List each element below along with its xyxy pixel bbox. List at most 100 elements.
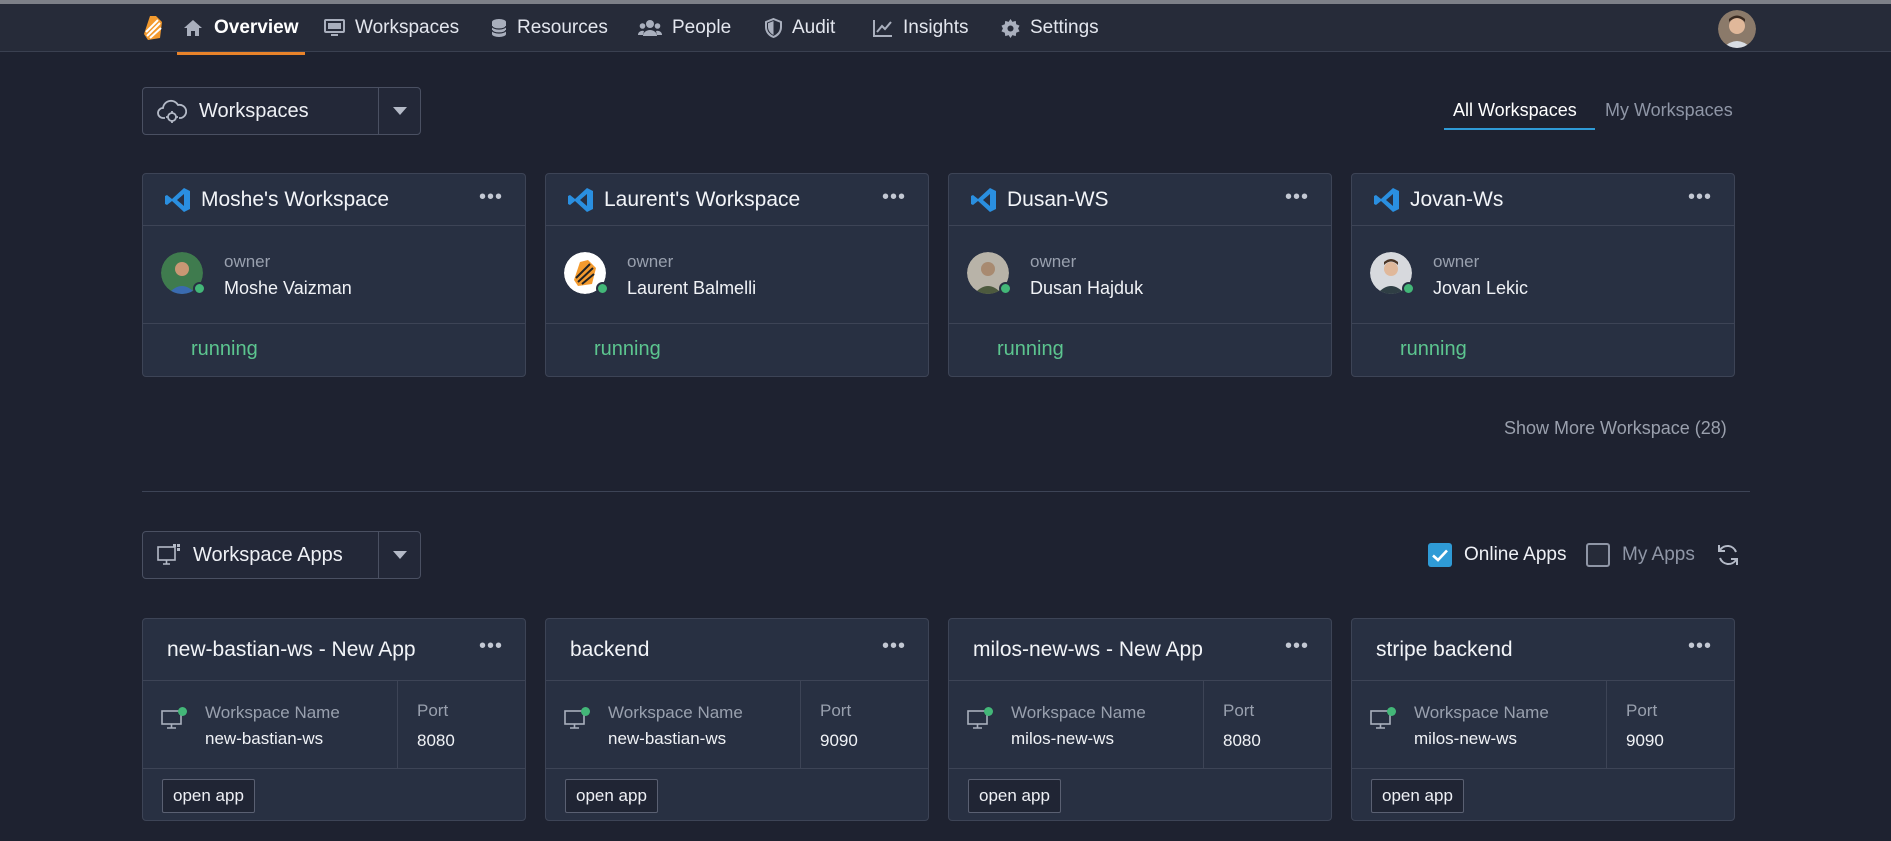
more-options-icon[interactable]: ••• bbox=[1688, 186, 1712, 209]
refresh-icon[interactable] bbox=[1716, 543, 1740, 567]
nav-resources-label: Resources bbox=[517, 17, 608, 38]
tab-my-workspaces[interactable]: My Workspaces bbox=[1605, 100, 1733, 121]
online-status-dot bbox=[596, 282, 609, 295]
online-apps-checkbox[interactable] bbox=[1428, 543, 1452, 567]
online-status-dot bbox=[178, 707, 187, 716]
app-card[interactable]: stripe backend ••• Workspace Name milos-… bbox=[1351, 618, 1735, 821]
online-status-dot bbox=[984, 707, 993, 716]
more-options-icon[interactable]: ••• bbox=[479, 635, 503, 658]
user-avatar[interactable] bbox=[1718, 10, 1756, 48]
more-options-icon[interactable]: ••• bbox=[1285, 635, 1309, 658]
more-options-icon[interactable]: ••• bbox=[882, 186, 906, 209]
my-apps-label[interactable]: My Apps bbox=[1622, 544, 1695, 566]
section-divider bbox=[142, 491, 1750, 492]
people-icon bbox=[638, 20, 662, 36]
tab-all-workspaces[interactable]: All Workspaces bbox=[1453, 100, 1577, 121]
online-status-dot bbox=[1402, 282, 1415, 295]
vscode-icon bbox=[165, 187, 191, 213]
monitor-icon bbox=[324, 19, 345, 36]
nav-overview-label: Overview bbox=[214, 17, 299, 38]
status-badge: running bbox=[997, 338, 1064, 360]
port-value: 9090 bbox=[1626, 731, 1664, 750]
port-value: 9090 bbox=[820, 731, 858, 750]
owner-label: owner bbox=[627, 252, 674, 271]
workspace-name-label: Workspace Name bbox=[1011, 703, 1146, 722]
app-title[interactable]: milos-new-ws - New App bbox=[973, 638, 1203, 662]
chevron-down-icon[interactable] bbox=[378, 88, 420, 134]
chart-line-icon bbox=[873, 20, 892, 37]
app-grid-icon bbox=[157, 543, 181, 567]
workspace-card[interactable]: Dusan-WS ••• owner Dusan Hajduk running bbox=[948, 173, 1332, 377]
workspace-apps-dropdown[interactable]: Workspace Apps bbox=[142, 531, 421, 579]
workspace-card[interactable]: Moshe's Workspace ••• owner Moshe Vaizma… bbox=[142, 173, 526, 377]
workspace-name-value: milos-new-ws bbox=[1414, 729, 1517, 748]
owner-name: Moshe Vaizman bbox=[224, 278, 352, 298]
online-status-dot bbox=[999, 282, 1012, 295]
owner-name: Laurent Balmelli bbox=[627, 278, 757, 298]
nav-workspaces[interactable]: Workspaces bbox=[324, 4, 459, 52]
port-label: Port bbox=[1223, 701, 1255, 720]
nav-people-label: People bbox=[672, 17, 732, 38]
open-app-button[interactable]: open app bbox=[565, 779, 658, 813]
nav-resources[interactable]: Resources bbox=[491, 4, 608, 52]
open-app-button[interactable]: open app bbox=[162, 779, 255, 813]
workspace-title[interactable]: Dusan-WS bbox=[1007, 188, 1109, 212]
shield-icon bbox=[765, 18, 782, 38]
owner-label: owner bbox=[1433, 252, 1480, 271]
show-more-workspaces-link[interactable]: Show More Workspace (28) bbox=[1504, 418, 1727, 439]
nav-workspaces-label: Workspaces bbox=[355, 17, 460, 38]
more-options-icon[interactable]: ••• bbox=[1688, 635, 1712, 658]
workspace-card[interactable]: Jovan-Ws ••• owner Jovan Lekic running bbox=[1351, 173, 1735, 377]
status-badge: running bbox=[1400, 338, 1467, 360]
gear-icon bbox=[1001, 18, 1020, 38]
nav-insights[interactable]: Insights bbox=[873, 4, 968, 52]
brand-logo-icon[interactable] bbox=[140, 12, 166, 42]
more-options-icon[interactable]: ••• bbox=[1285, 186, 1309, 209]
open-app-button[interactable]: open app bbox=[968, 779, 1061, 813]
home-icon bbox=[184, 20, 202, 36]
active-tab-indicator bbox=[177, 52, 305, 55]
nav-settings[interactable]: Settings bbox=[1001, 4, 1099, 52]
more-options-icon[interactable]: ••• bbox=[479, 186, 503, 209]
nav-overview[interactable]: Overview bbox=[182, 4, 299, 52]
app-title[interactable]: backend bbox=[570, 638, 649, 662]
app-card[interactable]: new-bastian-ws - New App ••• Workspace N… bbox=[142, 618, 526, 821]
my-apps-checkbox[interactable] bbox=[1586, 543, 1610, 567]
workspace-card[interactable]: Laurent's Workspace ••• owner Laurent Ba… bbox=[545, 173, 929, 377]
status-badge: running bbox=[191, 338, 258, 360]
nav-settings-label: Settings bbox=[1030, 17, 1099, 38]
open-app-button[interactable]: open app bbox=[1371, 779, 1464, 813]
chevron-down-icon[interactable] bbox=[378, 532, 420, 578]
owner-name: Dusan Hajduk bbox=[1030, 278, 1144, 298]
port-label: Port bbox=[417, 701, 449, 720]
vscode-icon bbox=[1374, 187, 1400, 213]
app-card[interactable]: backend ••• Workspace Name new-bastian-w… bbox=[545, 618, 929, 821]
workspace-name-value: milos-new-ws bbox=[1011, 729, 1114, 748]
online-status-dot bbox=[581, 707, 590, 716]
workspaces-dropdown[interactable]: Workspaces bbox=[142, 87, 421, 135]
nav-people[interactable]: People bbox=[638, 4, 731, 52]
checkmark-icon bbox=[1432, 549, 1448, 562]
online-apps-label[interactable]: Online Apps bbox=[1464, 544, 1566, 566]
workspaces-dropdown-label: Workspaces bbox=[199, 99, 309, 122]
vscode-icon bbox=[971, 187, 997, 213]
owner-name: Jovan Lekic bbox=[1433, 278, 1529, 298]
app-title[interactable]: new-bastian-ws - New App bbox=[167, 638, 416, 662]
app-title[interactable]: stripe backend bbox=[1376, 638, 1513, 662]
workspace-title[interactable]: Laurent's Workspace bbox=[604, 188, 800, 212]
app-card[interactable]: milos-new-ws - New App ••• Workspace Nam… bbox=[948, 618, 1332, 821]
top-nav: Overview Workspaces Resources People Aud… bbox=[0, 4, 1891, 55]
workspace-title[interactable]: Jovan-Ws bbox=[1410, 188, 1503, 212]
more-options-icon[interactable]: ••• bbox=[882, 635, 906, 658]
nav-audit[interactable]: Audit bbox=[765, 4, 835, 52]
workspace-name-value: new-bastian-ws bbox=[608, 729, 727, 748]
workspace-name-label: Workspace Name bbox=[1414, 703, 1549, 722]
workspace-title[interactable]: Moshe's Workspace bbox=[201, 188, 389, 212]
port-label: Port bbox=[820, 701, 852, 720]
tab-underline bbox=[1444, 128, 1595, 130]
nav-audit-label: Audit bbox=[792, 17, 836, 38]
online-status-dot bbox=[1387, 707, 1396, 716]
nav-insights-label: Insights bbox=[903, 17, 969, 38]
owner-label: owner bbox=[224, 252, 271, 271]
port-label: Port bbox=[1626, 701, 1658, 720]
